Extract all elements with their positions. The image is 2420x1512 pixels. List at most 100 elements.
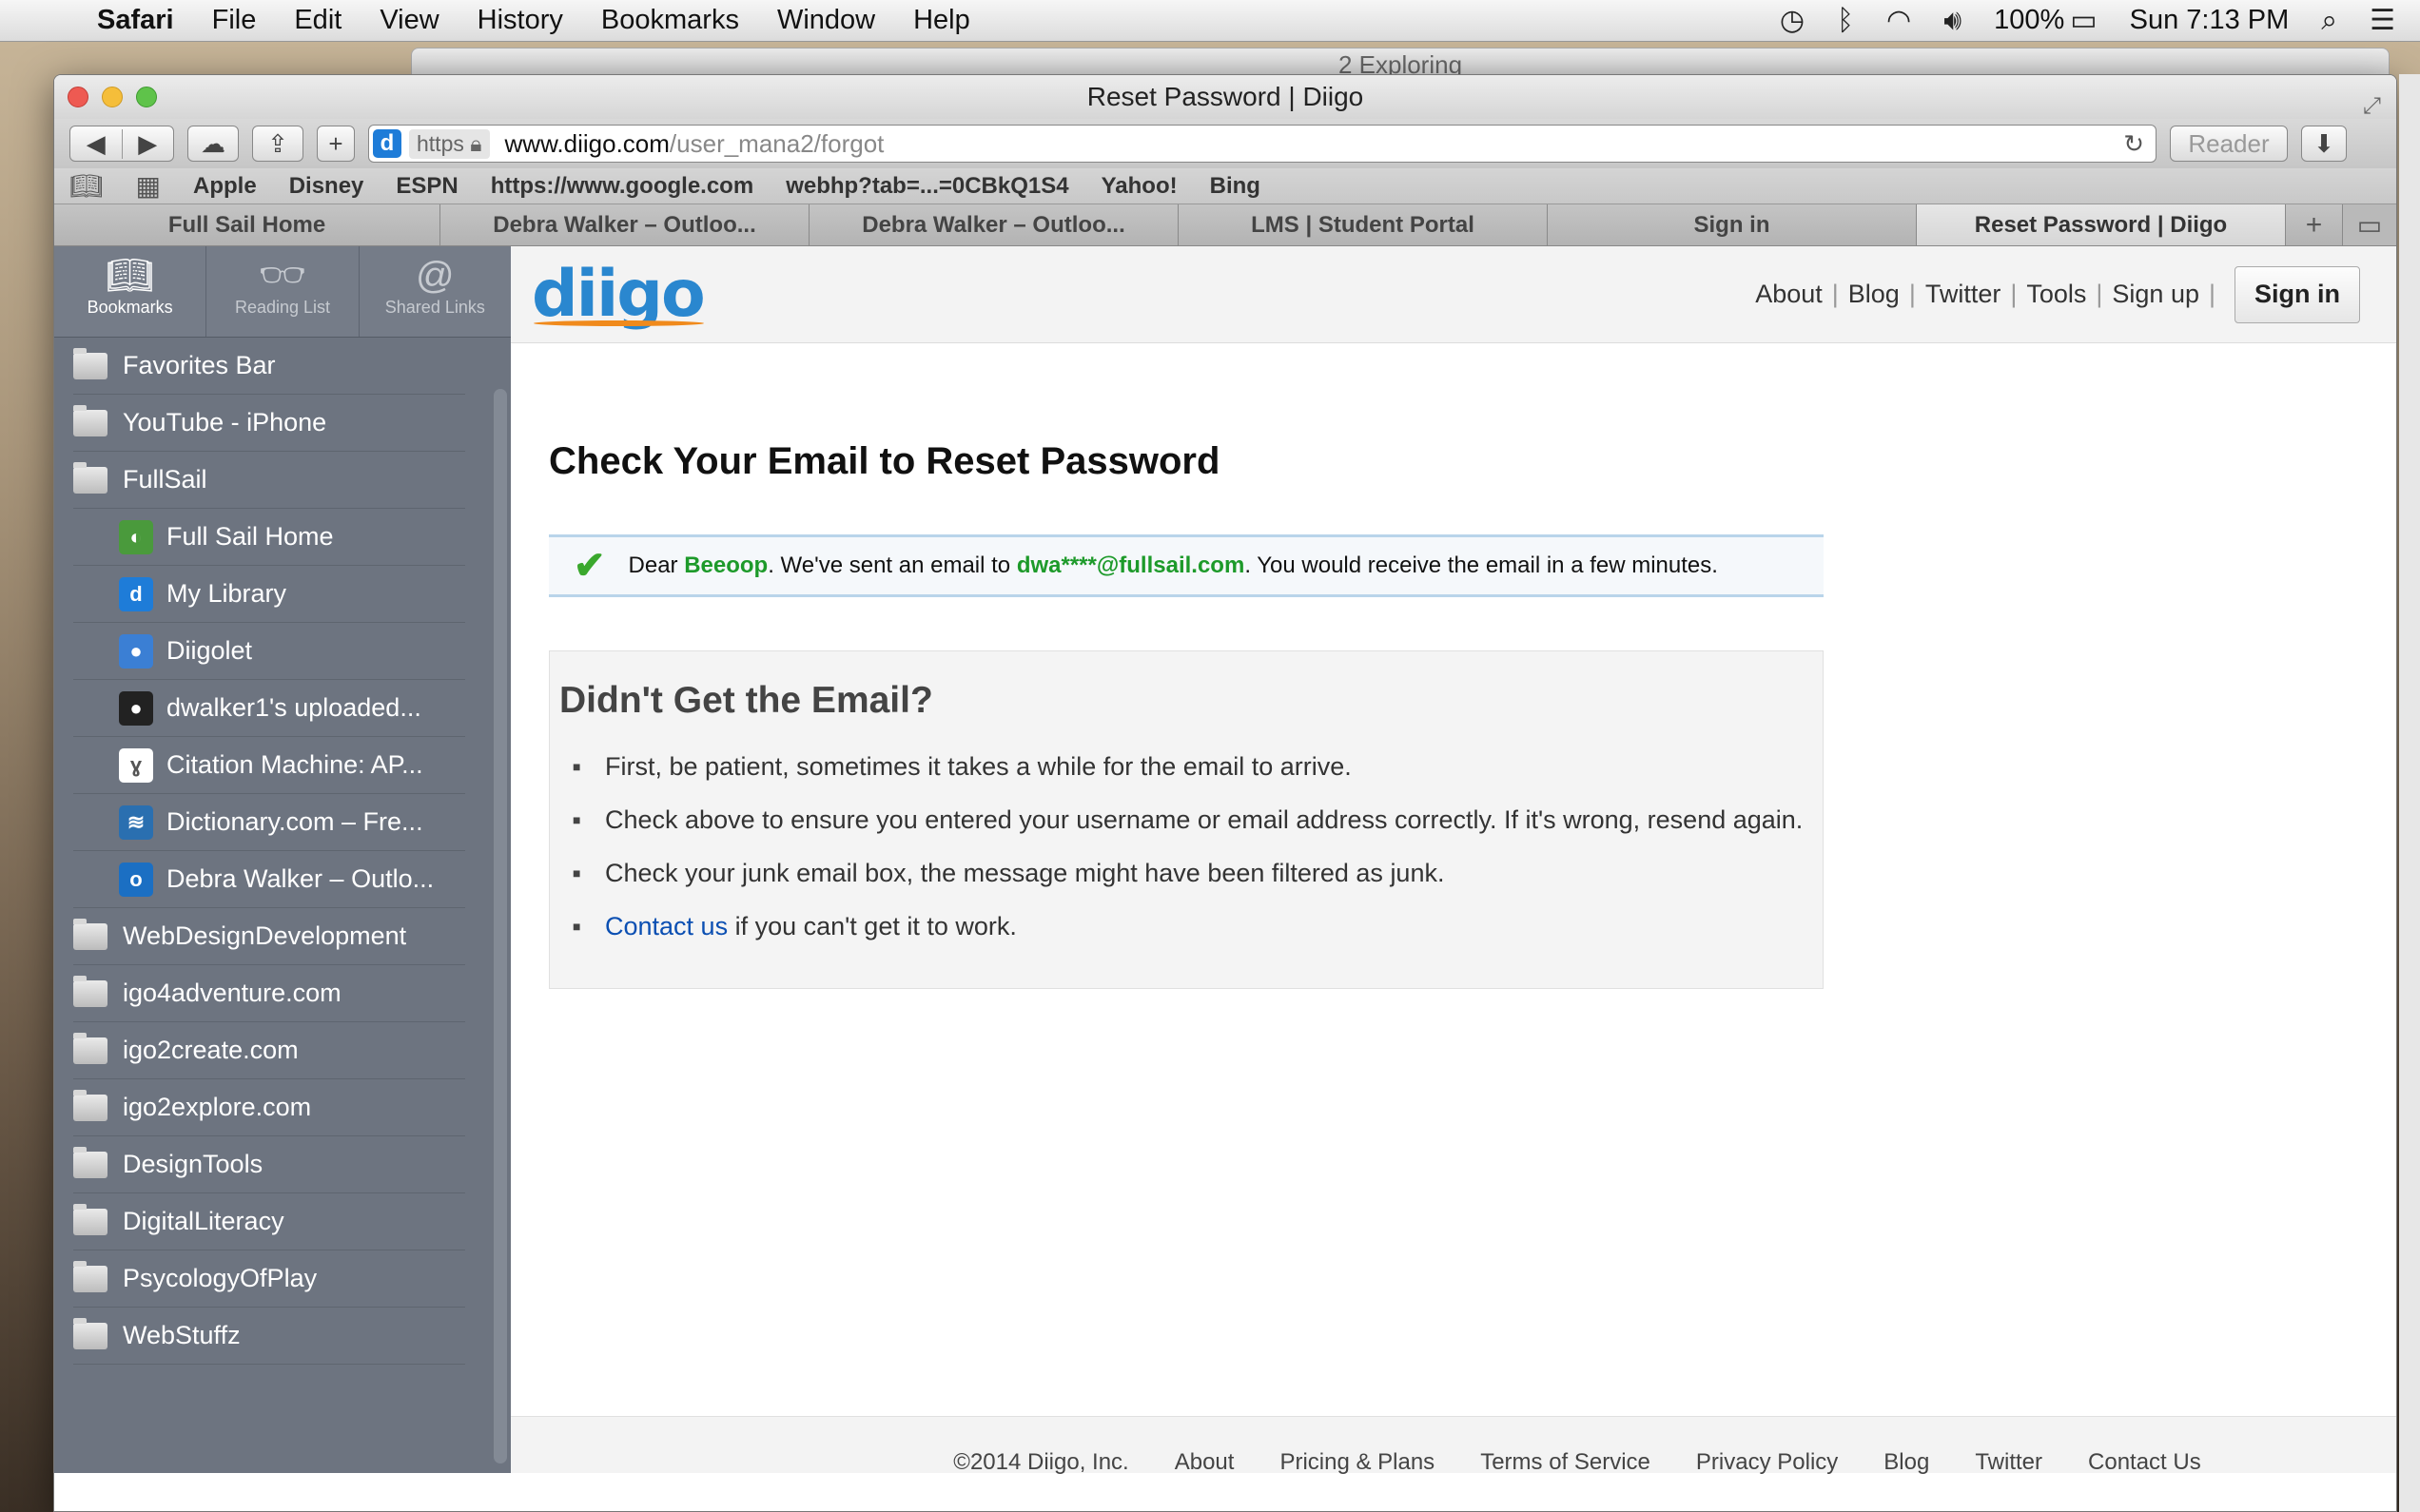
favorite-bing[interactable]: Bing bbox=[1210, 173, 1260, 200]
tab-full-sail-home[interactable]: Full Sail Home bbox=[54, 204, 440, 245]
sidebar-tab-shared-links[interactable]: @ Shared Links bbox=[358, 246, 511, 337]
share-button[interactable]: ⇪ bbox=[252, 126, 303, 162]
https-label: https bbox=[417, 130, 464, 156]
new-tab-button[interactable]: + bbox=[2286, 204, 2343, 245]
book-icon: 📖︎ bbox=[106, 255, 155, 297]
nav-tools-link[interactable]: Tools bbox=[2026, 280, 2086, 309]
footer-contact-link[interactable]: Contact Us bbox=[2088, 1449, 2201, 1475]
bookmark-folder[interactable]: igo2create.com bbox=[73, 1022, 465, 1079]
dictionary-icon: ≋ bbox=[119, 804, 153, 840]
wifi-icon[interactable]: ◠ bbox=[1886, 4, 1911, 37]
tab-overview-icon[interactable]: ▭ bbox=[2343, 204, 2396, 245]
address-bar[interactable]: d https 🔒︎ www.diigo.com/user_mana2/forg… bbox=[368, 125, 2157, 163]
favorite-espn[interactable]: ESPN bbox=[396, 173, 458, 200]
bookmark-item[interactable]: ● Diigolet bbox=[73, 623, 465, 680]
nav-twitter-link[interactable]: Twitter bbox=[1925, 280, 2001, 309]
help-item: Check above to ensure you entered your u… bbox=[573, 800, 1813, 840]
bookmark-label: igo4adventure.com bbox=[123, 979, 342, 1007]
downloads-button[interactable]: ⬇ bbox=[2301, 126, 2347, 162]
menu-file[interactable]: File bbox=[212, 5, 257, 36]
diigo-icon: d bbox=[119, 576, 153, 611]
sidebar-tab-reading-list[interactable]: 👓︎ Reading List bbox=[205, 246, 358, 337]
bookmark-folder[interactable]: igo2explore.com bbox=[73, 1079, 465, 1136]
battery-icon: ▭ bbox=[2070, 5, 2098, 36]
tab-debra-walker-outlook-2[interactable]: Debra Walker – Outloo... bbox=[810, 204, 1179, 245]
footer-terms-link[interactable]: Terms of Service bbox=[1480, 1449, 1650, 1475]
tab-debra-walker-outlook-1[interactable]: Debra Walker – Outloo... bbox=[440, 204, 810, 245]
add-bookmark-button[interactable]: + bbox=[317, 126, 355, 162]
footer-blog-link[interactable]: Blog bbox=[1883, 1449, 1929, 1475]
footer-privacy-link[interactable]: Privacy Policy bbox=[1696, 1449, 1838, 1475]
volume-icon[interactable]: 🔊︎ bbox=[1943, 5, 1961, 37]
diigo-logo[interactable]: diigo bbox=[532, 257, 706, 332]
spotlight-search-icon[interactable]: ⌕ bbox=[2321, 5, 2337, 37]
bookmark-label: Diigolet bbox=[166, 636, 253, 665]
reload-icon[interactable]: ↻ bbox=[2123, 129, 2144, 159]
contact-us-link[interactable]: Contact us bbox=[605, 912, 728, 940]
tab-lms-student-portal[interactable]: LMS | Student Portal bbox=[1179, 204, 1548, 245]
menu-help[interactable]: Help bbox=[913, 5, 970, 36]
menu-view[interactable]: View bbox=[380, 5, 439, 36]
favorite-webhp[interactable]: webhp?tab=...=0CBkQ1S4 bbox=[786, 173, 1068, 200]
bookmark-item[interactable]: o Debra Walker – Outlo... bbox=[73, 851, 465, 908]
tab-sign-in[interactable]: Sign in bbox=[1548, 204, 1917, 245]
menu-edit[interactable]: Edit bbox=[294, 5, 342, 36]
folder-icon bbox=[73, 347, 107, 379]
favorite-disney[interactable]: Disney bbox=[289, 173, 364, 200]
fullscreen-icon[interactable]: ⤢ bbox=[2363, 85, 2381, 128]
tab-reset-password-diigo[interactable]: Reset Password | Diigo bbox=[1917, 204, 2286, 245]
time-machine-icon[interactable]: ◷ bbox=[1780, 4, 1805, 37]
bookmark-folder[interactable]: PsycologyOfPlay bbox=[73, 1250, 465, 1308]
show-sidebar-book-icon[interactable]: 📖︎ bbox=[69, 170, 104, 202]
favorite-apple[interactable]: Apple bbox=[193, 173, 257, 200]
bookmark-folder[interactable]: DigitalLiteracy bbox=[73, 1193, 465, 1250]
reader-button[interactable]: Reader bbox=[2170, 126, 2288, 162]
sidebar-scrollbar[interactable] bbox=[494, 389, 507, 1464]
nav-blog-link[interactable]: Blog bbox=[1848, 280, 1900, 309]
bluetooth-icon[interactable]: ᛒ bbox=[1837, 5, 1854, 37]
battery-status[interactable]: 100% ▭ bbox=[1994, 4, 2098, 37]
back-button[interactable]: ◀ bbox=[70, 128, 123, 159]
bookmark-item[interactable]: ɣ Citation Machine: AP... bbox=[73, 737, 465, 794]
bookmark-folder[interactable]: DesignTools bbox=[73, 1136, 465, 1193]
menu-app-safari[interactable]: Safari bbox=[97, 5, 174, 36]
top-sites-grid-icon[interactable]: ▦ bbox=[136, 170, 161, 202]
folder-icon bbox=[73, 1032, 107, 1064]
notice-text: Dear Beeoop. We've sent an email to dwa*… bbox=[629, 552, 1718, 579]
minimize-window-button[interactable] bbox=[102, 87, 123, 107]
bookmark-folder[interactable]: WebStuffz bbox=[73, 1308, 465, 1365]
bookmark-item[interactable]: ● dwalker1's uploaded... bbox=[73, 680, 465, 737]
icloud-tabs-button[interactable]: ☁ bbox=[187, 126, 239, 162]
menu-bookmarks[interactable]: Bookmarks bbox=[601, 5, 739, 36]
menu-window[interactable]: Window bbox=[777, 5, 875, 36]
bookmark-folder[interactable]: igo4adventure.com bbox=[73, 965, 465, 1022]
close-window-button[interactable] bbox=[68, 87, 88, 107]
bookmark-folder[interactable]: Favorites Bar bbox=[73, 338, 465, 395]
email-sent-notice: ✔ Dear Beeoop. We've sent an email to dw… bbox=[549, 534, 1824, 597]
bookmark-folder[interactable]: FullSail bbox=[73, 452, 465, 509]
bookmark-item[interactable]: ≋ Dictionary.com – Fre... bbox=[73, 794, 465, 851]
forward-button[interactable]: ▶ bbox=[123, 129, 174, 159]
menu-history[interactable]: History bbox=[478, 5, 563, 36]
footer-about-link[interactable]: About bbox=[1175, 1449, 1235, 1475]
folder-icon bbox=[73, 404, 107, 436]
bookmark-folder[interactable]: YouTube - iPhone bbox=[73, 395, 465, 452]
nav-signup-link[interactable]: Sign up bbox=[2112, 280, 2199, 309]
favorite-yahoo[interactable]: Yahoo! bbox=[1102, 173, 1178, 200]
bookmark-label: PsycologyOfPlay bbox=[123, 1264, 318, 1292]
sign-in-button[interactable]: Sign in bbox=[2235, 265, 2360, 323]
bookmark-item[interactable]: ◐ Full Sail Home bbox=[73, 509, 465, 566]
zoom-window-button[interactable] bbox=[136, 87, 157, 107]
nav-about-link[interactable]: About bbox=[1755, 280, 1823, 309]
footer-pricing-link[interactable]: Pricing & Plans bbox=[1279, 1449, 1434, 1475]
bookmark-item[interactable]: d My Library bbox=[73, 566, 465, 623]
bookmark-folder[interactable]: WebDesignDevelopment bbox=[73, 908, 465, 965]
title-bar[interactable]: Reset Password | Diigo ⤢ bbox=[54, 75, 2396, 119]
footer-twitter-link[interactable]: Twitter bbox=[1975, 1449, 2042, 1475]
clock[interactable]: Sun 7:13 PM bbox=[2130, 5, 2290, 36]
notification-center-icon[interactable]: ☰ bbox=[2370, 4, 2395, 37]
background-window-edge bbox=[2399, 74, 2420, 1512]
https-lock-badge[interactable]: https 🔒︎ bbox=[409, 128, 490, 159]
sidebar-tab-bookmarks[interactable]: 📖︎ Bookmarks bbox=[54, 246, 205, 337]
favorite-google[interactable]: https://www.google.com bbox=[491, 173, 753, 200]
